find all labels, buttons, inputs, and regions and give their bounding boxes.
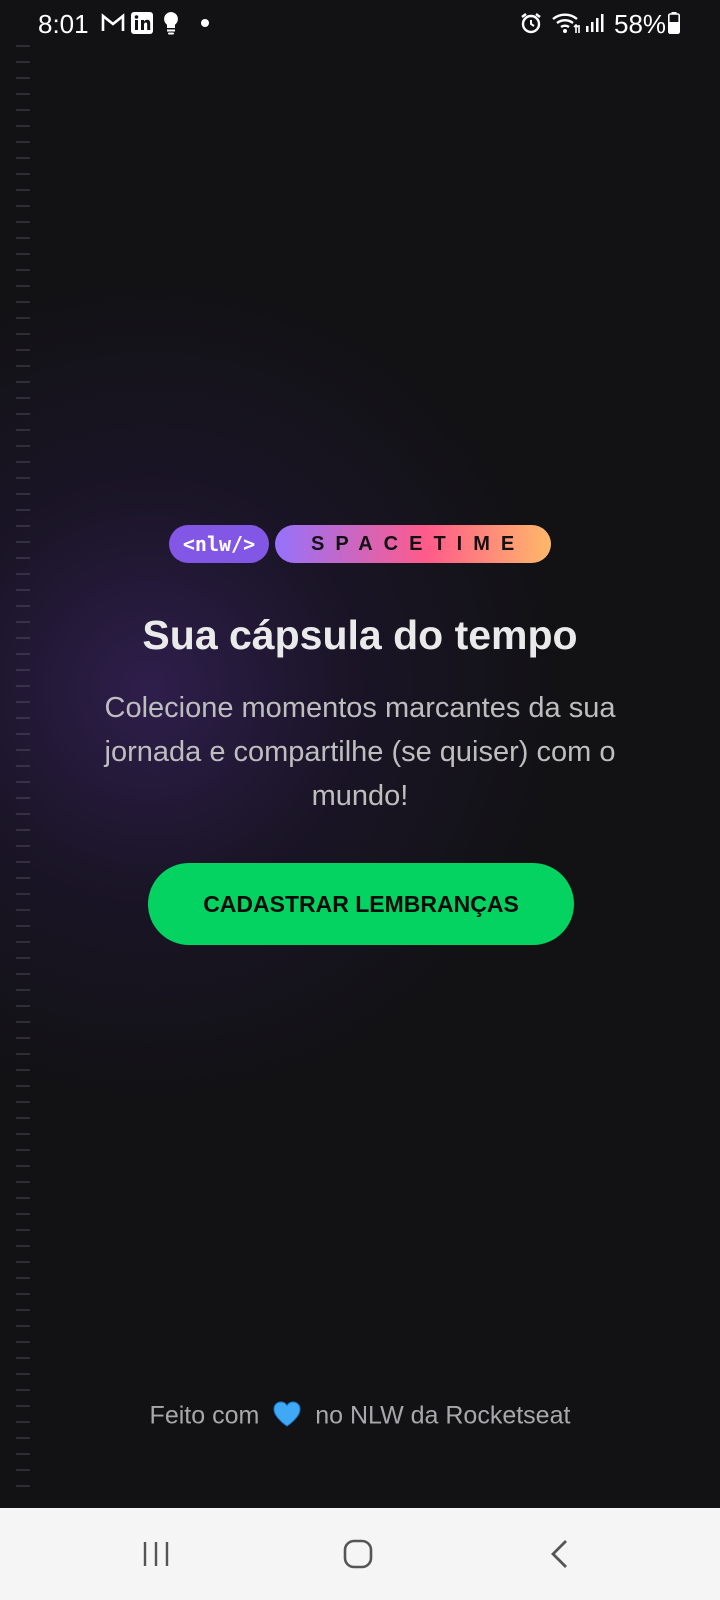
nlw-spacetime-logo: <nlw/> SPACETIME (0, 525, 720, 563)
linkedin-icon (130, 10, 154, 36)
recents-button[interactable] (134, 1534, 178, 1574)
back-icon (551, 1540, 567, 1568)
dot-icon (200, 10, 210, 36)
page-description: Colecione momentos marcantes da sua jorn… (104, 692, 616, 812)
signal-icon (584, 10, 606, 36)
register-memories-button[interactable]: CADASTRAR LEMBRANÇAS (148, 863, 574, 945)
home-button[interactable] (336, 1534, 380, 1574)
bulb-icon (160, 10, 182, 36)
status-bar: 8:01 58% (0, 0, 720, 46)
alarm-icon (518, 10, 544, 36)
status-time: 8:01 (38, 9, 89, 39)
footer-suffix: no NLW da Rocketseat (315, 1401, 571, 1430)
blue-heart-icon (272, 1400, 302, 1434)
footer-prefix: Feito com (149, 1401, 260, 1430)
navigation-bar (0, 1508, 720, 1600)
page-title: Sua cápsula do tempo (142, 612, 578, 658)
home-icon (343, 1539, 373, 1569)
gmail-icon (100, 10, 126, 36)
side-stripes-decoration (16, 45, 30, 1495)
footer: Feito com no NLW da Rocketseat (0, 1400, 720, 1434)
logo-nlw-badge: <nlw/> (168, 525, 270, 563)
battery-icon (667, 10, 681, 36)
logo-spacetime-badge: SPACETIME (275, 525, 552, 563)
back-button[interactable] (538, 1534, 582, 1574)
wifi-icon (550, 10, 582, 36)
app-screen: 8:01 58% <nlw/> SPACETIME Sua cápsula do… (0, 0, 720, 1600)
recents-icon (143, 1542, 169, 1566)
battery-percentage: 58% (614, 9, 667, 39)
